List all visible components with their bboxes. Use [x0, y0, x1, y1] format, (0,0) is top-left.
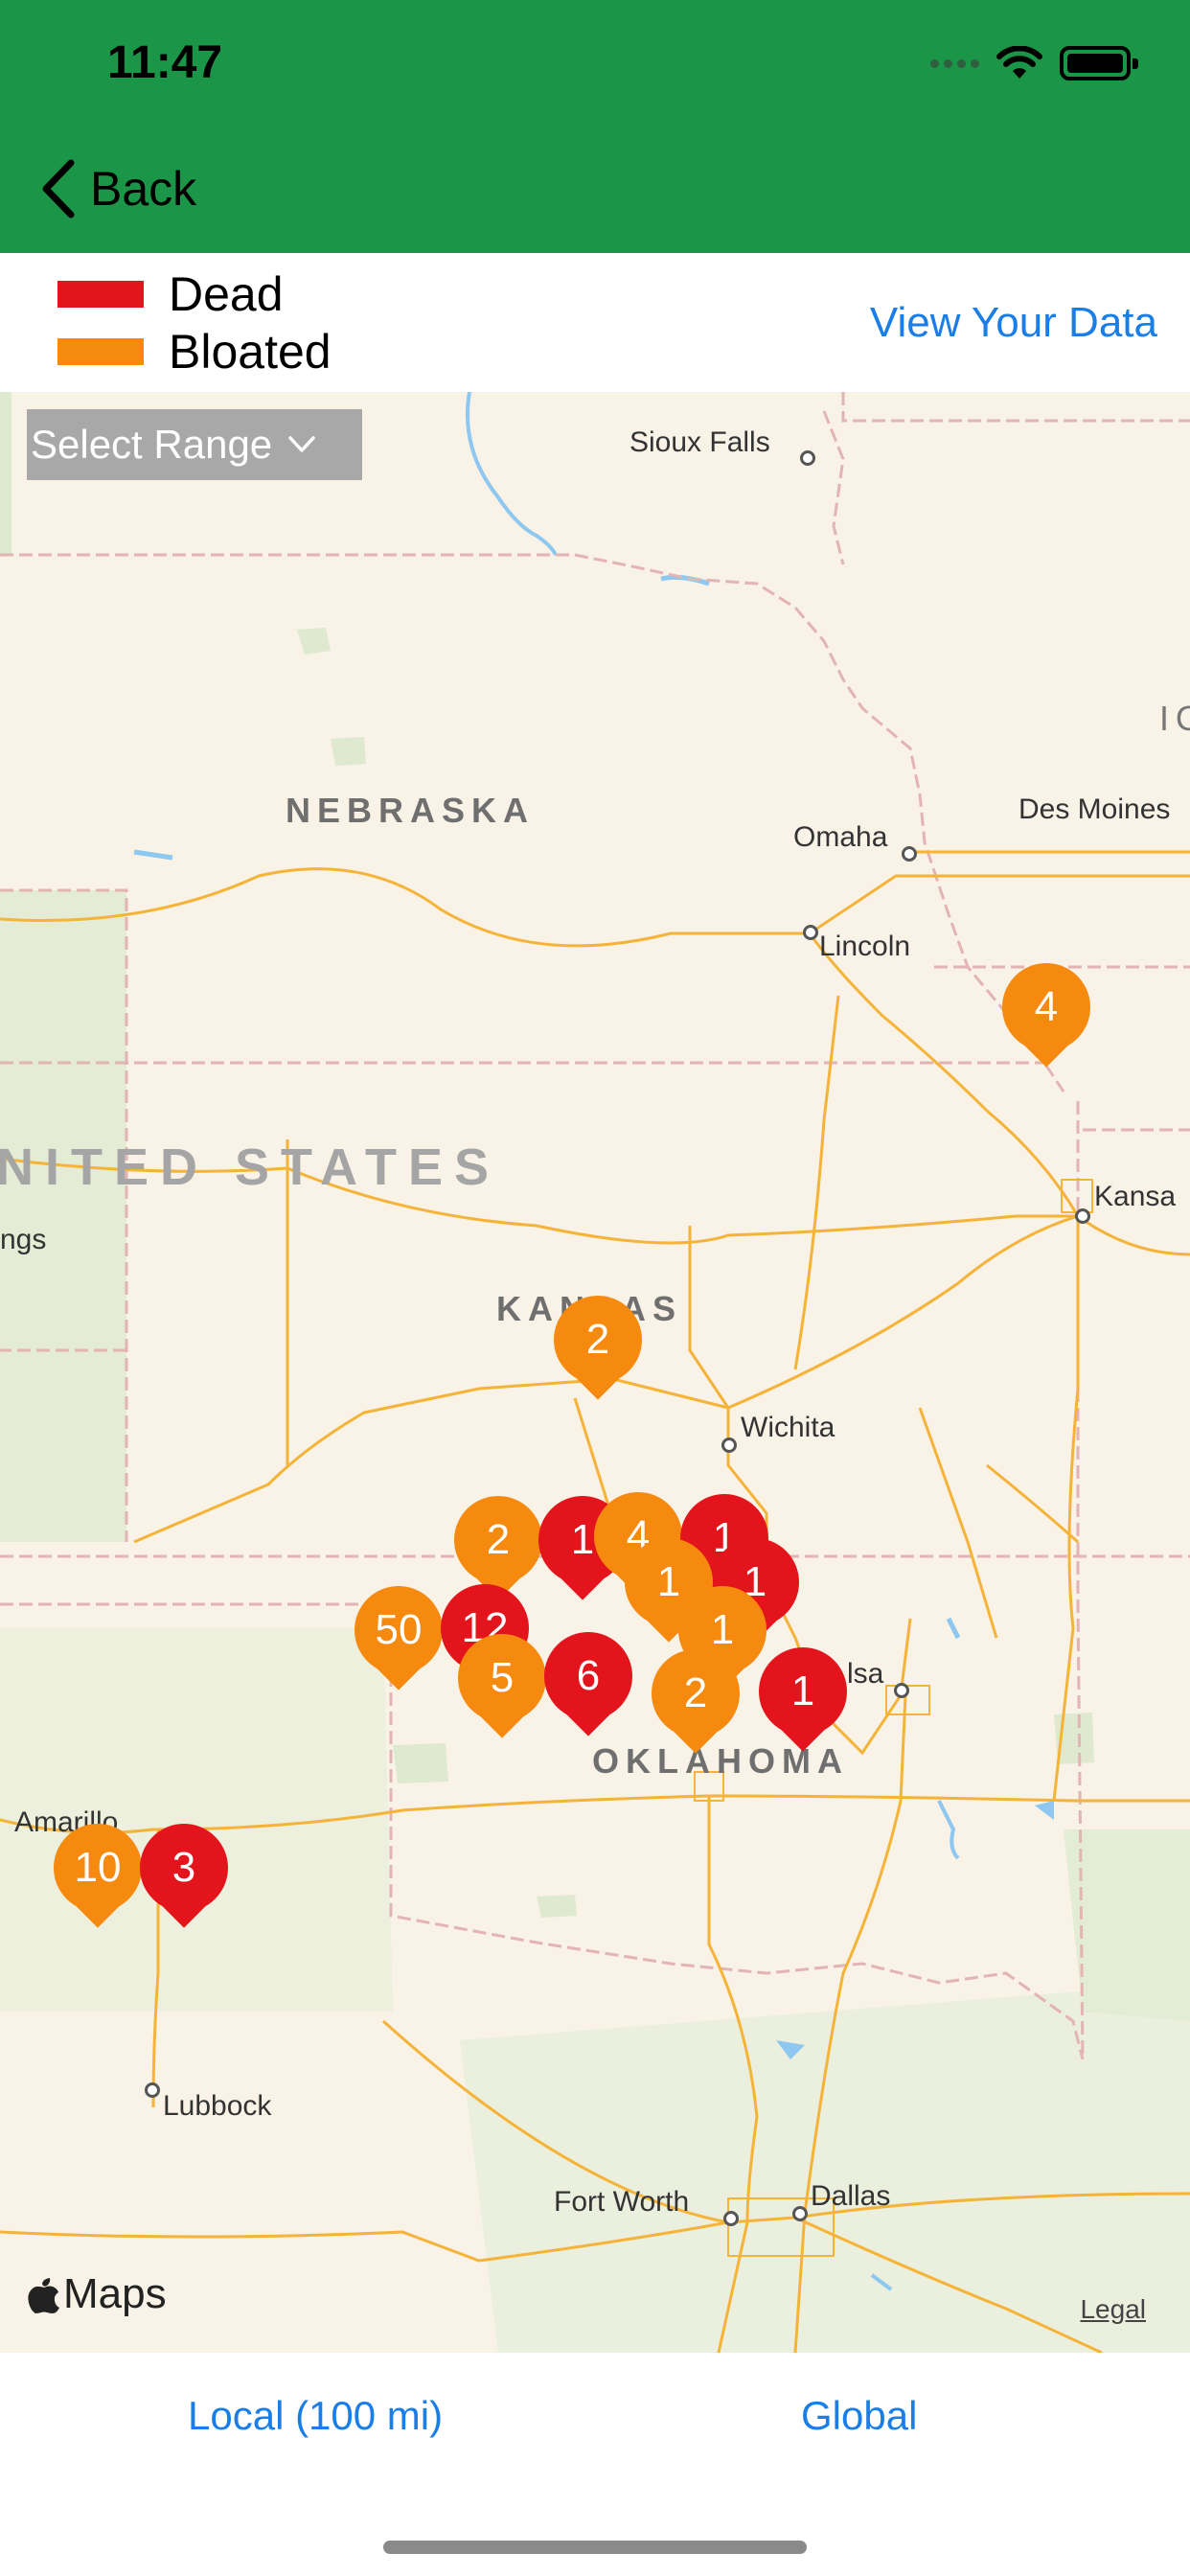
status-time: 11:47 [107, 37, 223, 88]
city-dot-fort-worth [723, 2211, 739, 2226]
chevron-left-icon [42, 159, 75, 218]
map-pin[interactable]: 6 [544, 1632, 632, 1736]
battery-icon [1060, 46, 1138, 80]
map-view[interactable]: NITED STATES NEBRASKA KANSAS OKLAHOMA Si… [0, 392, 1190, 2353]
local-range-button[interactable]: Local (100 mi) [188, 2393, 443, 2439]
state-label-nebraska: NEBRASKA [286, 791, 536, 830]
legend-label-bloated: Bloated [169, 325, 332, 379]
map-pin[interactable]: 3 [140, 1824, 228, 1928]
apple-logo-icon [28, 2278, 59, 2313]
city-dot-wichita [721, 1438, 737, 1453]
country-label: NITED STATES [0, 1138, 501, 1196]
map-pin[interactable]: 1 [759, 1647, 847, 1752]
select-range-dropdown[interactable]: Select Range [27, 409, 362, 480]
city-dot-dallas [792, 2206, 808, 2221]
bottom-toolbar: Local (100 mi) Global [0, 2353, 1190, 2576]
city-label-springs: ngs [0, 1224, 47, 1255]
map-pin[interactable]: 50 [355, 1586, 443, 1690]
map-pin[interactable]: 10 [54, 1824, 142, 1928]
city-dot-tulsa [894, 1683, 909, 1698]
city-label-kansas-city: Kansa [1094, 1181, 1177, 1212]
legend-swatch-dead [57, 281, 144, 308]
maps-attribution: Maps [27, 2270, 167, 2318]
chevron-down-icon [288, 436, 315, 452]
back-button[interactable]: Back [33, 155, 196, 222]
map-pin[interactable]: 5 [458, 1634, 546, 1738]
city-label-omaha: Omaha [793, 821, 888, 853]
status-icons [930, 44, 1138, 82]
city-dot-lincoln [803, 925, 818, 940]
navigation-bar: 11:47 Back [0, 0, 1190, 253]
city-dot-kansas-city [1075, 1208, 1090, 1224]
legal-link[interactable]: Legal [1080, 2294, 1146, 2325]
legend-item-bloated: Bloated [57, 324, 332, 380]
city-dot-lubbock [145, 2082, 160, 2098]
city-label-fort-worth: Fort Worth [554, 2186, 690, 2218]
city-label-lincoln: Lincoln [819, 931, 911, 962]
legend-swatch-bloated [57, 338, 144, 365]
city-dot-sioux-falls [800, 450, 815, 466]
view-your-data-link[interactable]: View Your Data [870, 299, 1157, 347]
wifi-icon [996, 46, 1042, 79]
back-label: Back [90, 162, 197, 216]
city-label-des-moines: Des Moines [1018, 794, 1171, 825]
city-label-lubbock: Lubbock [163, 2090, 272, 2122]
select-range-label: Select Range [31, 422, 273, 467]
city-label-sioux-falls: Sioux Falls [629, 426, 770, 458]
city-label-dallas: Dallas [811, 2180, 891, 2212]
map-pin[interactable]: 2 [554, 1296, 642, 1400]
legend-panel: Dead Bloated View Your Data [0, 253, 1190, 392]
map-pin[interactable]: 4 [1002, 963, 1090, 1068]
maps-attribution-label: Maps [63, 2270, 167, 2317]
map-pin[interactable]: 2 [652, 1649, 740, 1754]
home-indicator [383, 2541, 807, 2554]
global-range-button[interactable]: Global [801, 2393, 917, 2439]
city-dot-omaha [902, 846, 917, 862]
city-label-tulsa: lsa [847, 1658, 884, 1690]
city-label-wichita: Wichita [741, 1412, 835, 1443]
legend-item-dead: Dead [57, 266, 284, 322]
state-label-iowa-edge: IO [1159, 699, 1190, 738]
legend-label-dead: Dead [169, 267, 284, 321]
map-pin[interactable]: 2 [454, 1496, 542, 1600]
cellular-signal-icon [930, 58, 979, 68]
